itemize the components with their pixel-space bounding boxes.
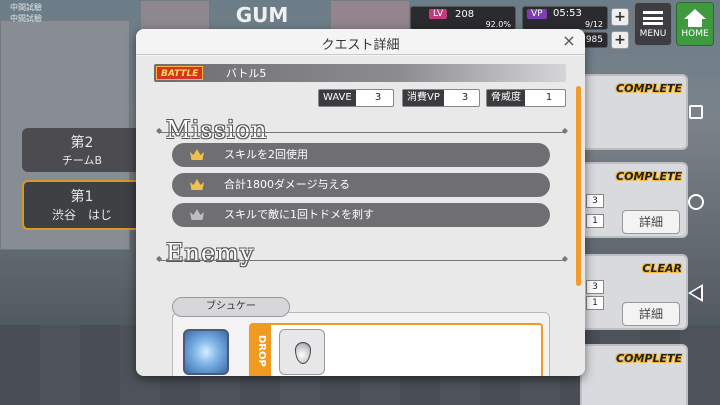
drop-gem-icon [295, 342, 311, 364]
mission-item: 合計1800ダメージ与える [172, 173, 550, 197]
home-label: HOME [681, 29, 709, 39]
stat-value: 1 [545, 92, 553, 103]
drop-label: DROP [251, 325, 271, 376]
quest-card[interactable]: COMPLETE [580, 74, 688, 150]
top-left-info: 中間試驗 中間試驗 [0, 0, 130, 26]
level-value: 208 [455, 9, 475, 20]
quest-wave-count: 3 [586, 194, 604, 208]
quest-wave-count: 3 [586, 280, 604, 294]
stat-wave: WAVE 3 [318, 89, 394, 107]
battle-name: バトル5 [226, 67, 267, 80]
mission-item: スキルを2回使用 [172, 143, 550, 167]
menu-label: MENU [639, 29, 667, 39]
quest-status: COMPLETE [616, 170, 682, 183]
quest-threat-count: 1 [586, 214, 604, 228]
crown-icon [190, 179, 204, 190]
enemy-heading: Enemy [166, 239, 255, 267]
mission-item: スキルで敵に1回トドメを刺す [172, 203, 550, 227]
level-tag: LV [429, 9, 448, 19]
quest-card[interactable]: CLEAR 3 1 詳細 [580, 254, 688, 330]
stat-label: WAVE [319, 90, 356, 106]
quest-card[interactable]: COMPLETE 3 1 詳細 [580, 162, 688, 238]
recent-apps-icon[interactable] [689, 105, 703, 119]
chapter-b-label: 第1 [70, 189, 94, 205]
mission-text: 合計1800ダメージ与える [224, 178, 351, 191]
battle-badge: BATTLE [156, 66, 204, 80]
close-button[interactable]: × [559, 31, 579, 51]
dialog-scrollbar[interactable] [576, 86, 581, 286]
stat-value: 3 [374, 92, 382, 103]
stat-vp-cost: 消費VP 3 [402, 89, 480, 107]
stat-label: 消費VP [403, 90, 444, 106]
quest-status: CLEAR [642, 262, 682, 275]
dialog-header: クエスト詳細 × [136, 29, 585, 55]
add-coin-button[interactable]: + [611, 31, 629, 49]
vp-box: VP 05:53 9/12 [522, 6, 608, 30]
team-label: チームB [61, 154, 103, 167]
dialog-body: BATTLE バトル5 WAVE 3 消費VP 3 脅威度 1 Mission … [136, 56, 585, 376]
level-progress: 92.0% [485, 20, 511, 29]
place-label: 渋谷 はじ [51, 208, 112, 222]
home-icon-body [688, 19, 702, 27]
menu-button[interactable]: MENU [634, 2, 672, 46]
home-icon [684, 9, 706, 19]
home-nav-icon[interactable] [688, 194, 704, 210]
mission-text: スキルで敵に1回トドメを刺す [224, 208, 374, 221]
stat-threat: 脅威度 1 [486, 89, 566, 107]
enemy-name-tag: ブシュケー [172, 297, 290, 317]
quest-threat-count: 1 [586, 296, 604, 310]
enemy-portrait[interactable] [183, 329, 229, 375]
back-nav-icon[interactable] [688, 284, 703, 302]
vp-timer: 05:53 [553, 8, 582, 19]
dialog-title: クエスト詳細 [321, 38, 400, 53]
quest-detail-button[interactable]: 詳細 [622, 302, 680, 326]
menu-icon [643, 11, 663, 25]
stat-value: 3 [461, 92, 469, 103]
home-button[interactable]: HOME [676, 2, 714, 46]
vp-count: 9/12 [585, 20, 603, 29]
drop-box: DROP [249, 323, 543, 376]
mission-text: スキルを2回使用 [224, 148, 308, 161]
mission-divider [156, 126, 568, 135]
quest-status: COMPLETE [616, 352, 682, 365]
quest-status: COMPLETE [616, 82, 682, 95]
vp-tag: VP [527, 9, 547, 19]
quest-list: COMPLETE COMPLETE 3 1 詳細 CLEAR 3 1 詳細 CO… [580, 74, 688, 405]
chapter-panel-b: 第1 渋谷 はじ [22, 180, 142, 230]
quest-card[interactable]: COMPLETE [580, 344, 688, 405]
top-left-line2: 中間試驗 [10, 14, 42, 23]
level-box: LV 208 92.0% [410, 6, 516, 30]
quest-detail-dialog: クエスト詳細 × BATTLE バトル5 WAVE 3 消費VP 3 脅威度 1… [136, 29, 585, 376]
add-vp-button[interactable]: + [611, 8, 629, 26]
crown-icon [190, 149, 204, 160]
enemy-panel: DROP [172, 312, 550, 376]
stat-label: 脅威度 [487, 90, 525, 106]
mission-heading: Mission [166, 116, 268, 144]
quest-detail-button[interactable]: 詳細 [622, 210, 680, 234]
drop-item-icon[interactable] [279, 329, 325, 375]
background-sign: GUM [235, 3, 289, 27]
top-left-line1: 中間試驗 [10, 3, 42, 12]
enemy-divider [156, 254, 568, 263]
chapter-a-label: 第2 [70, 135, 94, 151]
chapter-panel-a: 第2 チームB [22, 128, 142, 172]
crown-icon [190, 209, 204, 220]
battle-header: BATTLE バトル5 [154, 64, 566, 82]
